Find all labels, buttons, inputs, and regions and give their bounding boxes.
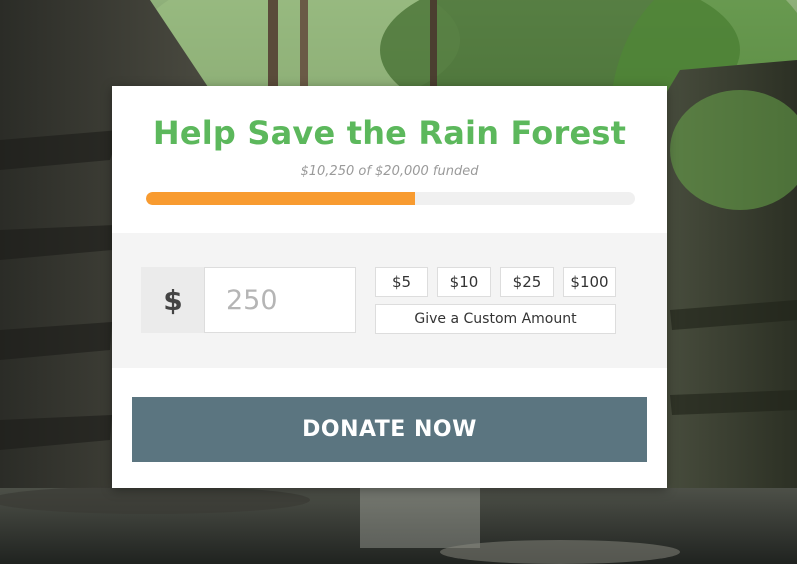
amount-panel: $ $5 $10 $25 $100 Give a Custom Amount: [112, 233, 667, 368]
preset-10-button[interactable]: $10: [437, 267, 491, 297]
currency-symbol: $: [141, 267, 205, 333]
donation-page: Help Save the Rain Forest $10,250 of $20…: [0, 0, 797, 564]
preset-100-button[interactable]: $100: [563, 267, 616, 297]
donation-amount-input[interactable]: [204, 267, 356, 333]
campaign-title: Help Save the Rain Forest: [152, 114, 627, 152]
donation-card: Help Save the Rain Forest $10,250 of $20…: [112, 86, 667, 488]
donate-now-button[interactable]: DONATE NOW: [132, 397, 647, 462]
funding-progress-bar: [146, 192, 635, 205]
funding-progress-fill: [146, 192, 415, 205]
preset-25-button[interactable]: $25: [500, 267, 554, 297]
preset-5-button[interactable]: $5: [375, 267, 428, 297]
custom-amount-button[interactable]: Give a Custom Amount: [375, 304, 616, 334]
funded-status: $10,250 of $20,000 funded: [300, 164, 479, 179]
